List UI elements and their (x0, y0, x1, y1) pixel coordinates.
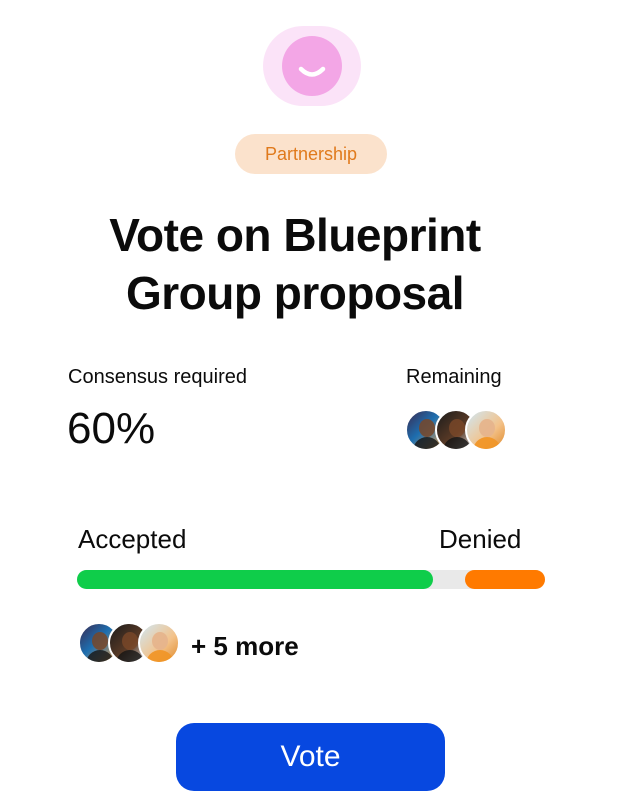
remaining-label: Remaining (406, 366, 502, 388)
remaining-avatars[interactable] (405, 409, 507, 451)
vote-button[interactable]: Vote (176, 723, 445, 791)
voter-avatars[interactable] (78, 622, 180, 664)
accepted-label: Accepted (78, 524, 187, 554)
consensus-label: Consensus required (68, 366, 247, 388)
proposal-title: Vote on Blueprint Group proposal (40, 206, 550, 322)
category-tag: Partnership (235, 134, 387, 174)
consensus-value: 60% (67, 404, 156, 453)
title-bold-2: Group (125, 267, 262, 319)
avatar (138, 622, 180, 664)
accepted-progress-bar (77, 570, 433, 589)
title-bold-1: Blueprint (283, 209, 481, 261)
denied-label: Denied (439, 524, 522, 554)
app-logo (263, 26, 361, 106)
title-suffix: proposal (261, 267, 465, 319)
avatar (465, 409, 507, 451)
denied-progress-bar (465, 570, 545, 589)
more-voters-count[interactable]: + 5 more (191, 631, 299, 662)
title-prefix: Vote on (109, 209, 284, 261)
smile-icon (282, 36, 342, 96)
